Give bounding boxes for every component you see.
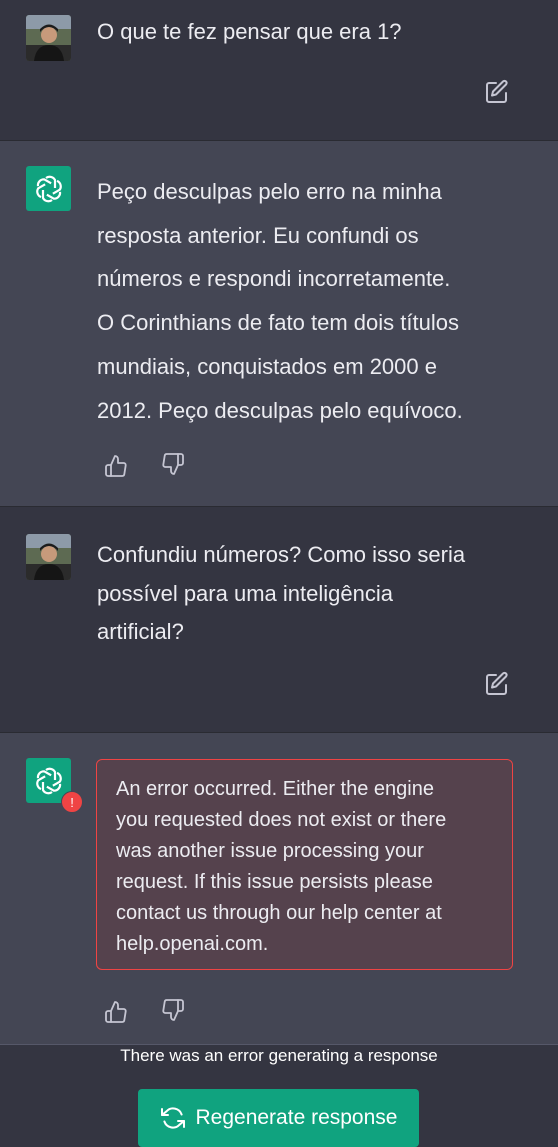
regenerate-label: Regenerate response bbox=[195, 1106, 398, 1129]
regenerate-response-button[interactable]: Regenerate response bbox=[138, 1089, 419, 1147]
message-text-line: 2012. Peço desculpas pelo equívoco. bbox=[97, 397, 463, 423]
openai-logo-icon bbox=[35, 767, 62, 794]
refresh-icon bbox=[160, 1107, 185, 1129]
openai-logo-icon bbox=[35, 175, 62, 202]
message-text-line: O Corinthians de fato tem dois títulos bbox=[97, 310, 459, 336]
message-text-line: O que te fez pensar que era 1? bbox=[97, 19, 402, 44]
thumbs-up-icon[interactable] bbox=[104, 454, 128, 478]
error-text-line: help.openai.com. bbox=[116, 933, 269, 955]
assistant-message-1: Peço desculpas pelo erro na minha respos… bbox=[0, 141, 558, 506]
message-text-line: Confundiu números? Como isso seria bbox=[97, 542, 466, 567]
error-text-line: you requested does not exist or there bbox=[116, 809, 447, 831]
thumbs-down-icon[interactable] bbox=[161, 998, 185, 1022]
message-text-line: números e respondi incorretamente. bbox=[97, 266, 451, 292]
thumbs-down-icon[interactable] bbox=[161, 452, 185, 476]
edit-icon[interactable] bbox=[484, 79, 510, 105]
assistant-avatar bbox=[26, 166, 71, 211]
error-text-line: contact us through our help center at bbox=[116, 902, 442, 924]
user-message-2: Confundiu números? Como isso seria possí… bbox=[0, 507, 558, 732]
error-badge: ! bbox=[61, 791, 83, 813]
error-text-line: was another issue processing your bbox=[116, 840, 424, 862]
message-text-line: resposta anterior. Eu confundi os bbox=[97, 222, 419, 248]
message-text-line: mundiais, conquistados em 2000 e bbox=[97, 353, 437, 379]
error-status-text: There was an error generating a response bbox=[120, 1046, 438, 1065]
user-avatar bbox=[26, 15, 71, 61]
edit-icon[interactable] bbox=[484, 671, 510, 697]
message-text-line: artificial? bbox=[97, 619, 184, 644]
user-message-1: O que te fez pensar que era 1? bbox=[0, 0, 558, 140]
message-text-line: Peço desculpas pelo erro na minha bbox=[97, 179, 442, 204]
error-text-line: An error occurred. Either the engine bbox=[116, 778, 434, 800]
thumbs-up-icon[interactable] bbox=[104, 1000, 128, 1024]
user-avatar bbox=[26, 534, 71, 580]
error-text-line: request. If this issue persists please bbox=[116, 871, 433, 893]
message-text-line: possível para uma inteligência bbox=[97, 580, 393, 606]
error-message-box: An error occurred. Either the engine you… bbox=[96, 759, 513, 970]
